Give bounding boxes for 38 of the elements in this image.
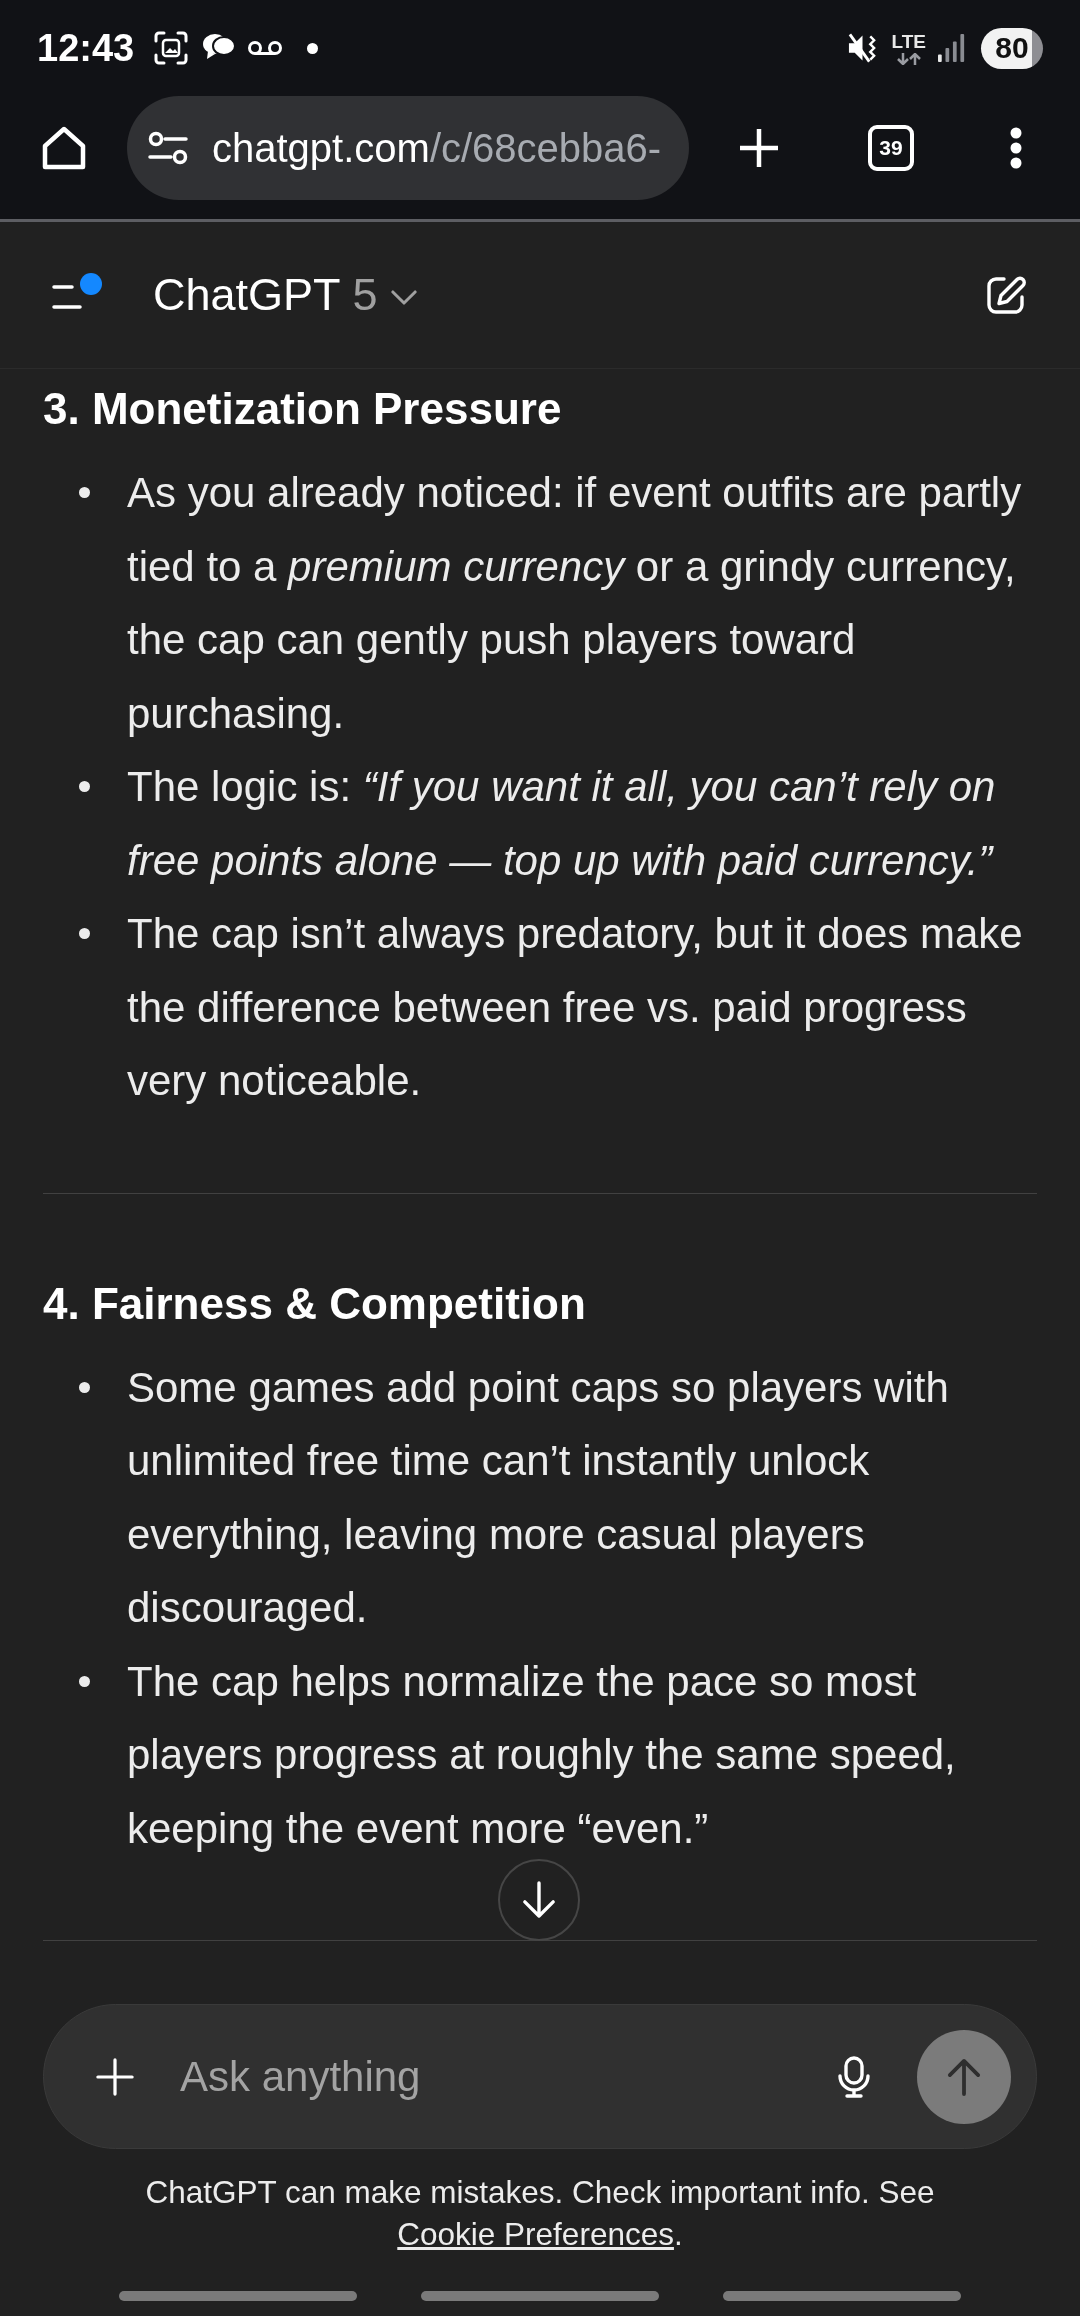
list-item-text: The cap helps normalize the pace so most players progress at roughly the same speed, keeping the event more “even.” <box>127 1656 957 1854</box>
new-tab-icon[interactable] <box>738 127 780 169</box>
list-item-text: Some games add point caps so players with unlimited free time can’t instantly unlock everything, leaving more casual players discouraged. <box>127 1362 950 1633</box>
section-heading: 4. Fairness & Competition <box>43 1277 587 1330</box>
site-settings-icon[interactable] <box>148 131 188 165</box>
list-item-text: As you already noticed: if event outfits are partly tied to a premium currency or a grindy currency, the cap can gently push players toward purchasing. <box>127 468 1023 739</box>
bullet-icon <box>79 1675 90 1687</box>
bullet-icon <box>79 1381 90 1393</box>
chevron-down-icon <box>390 289 417 305</box>
microphone-icon[interactable] <box>837 2055 871 2098</box>
disclaimer-text: ChatGPT can make mistakes. Check important info. See Cookie Preferences. <box>144 2173 936 2254</box>
plus-icon[interactable] <box>96 2057 134 2096</box>
screenshot-icon <box>154 31 189 65</box>
address-bar[interactable]: chatgpt.com/c/68cebba6- <box>127 96 689 200</box>
arrow-down-icon <box>522 1881 556 1919</box>
more-notifications-icon <box>307 42 319 54</box>
section-heading: 3. Monetization Pressure <box>43 383 563 435</box>
cookie-preferences-link[interactable]: Cookie Preferences <box>397 2216 674 2252</box>
tab-switcher-button[interactable]: 39 <box>868 125 914 171</box>
model-selector[interactable]: ChatGPT 5 <box>153 269 417 321</box>
menu-icon <box>52 285 82 309</box>
message-input[interactable]: Ask anything <box>180 2046 817 2107</box>
signal-icon <box>938 33 966 63</box>
message-composer[interactable]: Ask anything <box>43 2004 1037 2149</box>
list-item-text: The logic is: “If you want it all, you can’t rely on free points alone — top up with paid currency.” <box>127 762 997 886</box>
battery-indicator: 80 <box>981 27 1043 69</box>
list-item-text: The cap isn’t always predatory, but it does make the difference between free vs. paid progress very noticeable. <box>127 909 1024 1106</box>
home-icon[interactable] <box>41 125 87 171</box>
bullet-icon <box>79 781 90 792</box>
arrow-up-icon <box>947 2057 981 2096</box>
more-menu-icon[interactable] <box>1010 127 1022 169</box>
bullet-icon <box>79 928 90 939</box>
muted-vibrate-icon <box>846 31 878 65</box>
voicemail-icon <box>247 40 284 56</box>
network-type-label: LTE <box>891 31 926 51</box>
bullet-icon <box>79 487 90 498</box>
status-time: 12:43 <box>37 26 135 70</box>
new-chat-icon[interactable] <box>986 275 1026 315</box>
